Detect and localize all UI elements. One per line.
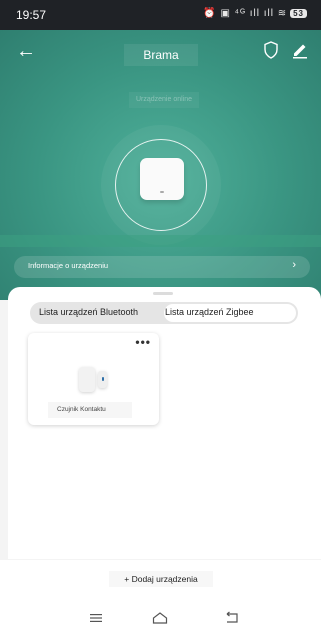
device-list-tabs: Lista urządzeń Bluetooth Lista urządzeń … — [30, 302, 298, 324]
chevron-right-icon: › — [292, 259, 296, 271]
device-card[interactable]: ••• Czujnik Kontaktu — [28, 333, 159, 425]
device-status: Urządzenie online — [129, 92, 199, 108]
status-icons: ⏰ ▣ ⁴ᴳ ıll ıll ≋ 53 — [203, 8, 307, 19]
status-icons-text: ⏰ ▣ ⁴ᴳ ıll ıll ≋ — [203, 8, 288, 19]
contact-sensor-icon — [79, 367, 95, 392]
battery-icon: 53 — [290, 9, 307, 18]
menu-icon[interactable] — [86, 610, 106, 626]
more-options-icon[interactable]: ••• — [135, 335, 151, 349]
device-header: ← Brama Urządzenie online Informacje o u… — [0, 30, 321, 300]
device-name: Czujnik Kontaktu — [48, 402, 132, 418]
sensor-indicator — [102, 377, 104, 381]
hub-device-image — [140, 158, 184, 200]
sheet-handle[interactable] — [153, 292, 173, 295]
page-title: Brama — [124, 44, 198, 66]
shield-icon[interactable] — [263, 41, 279, 59]
back-nav-icon[interactable] — [222, 610, 242, 626]
tab-bluetooth-devices[interactable]: Lista urządzeń Bluetooth — [39, 307, 138, 317]
device-list-sheet: Lista urządzeń Bluetooth Lista urządzeń … — [8, 287, 321, 559]
add-devices-button[interactable]: + Dodaj urządzenia — [109, 571, 213, 587]
status-bar: 19:57 ⏰ ▣ ⁴ᴳ ıll ıll ≋ 53 — [0, 0, 321, 30]
tab-zigbee-devices[interactable]: Lista urządzeń Zigbee — [165, 307, 254, 317]
header-divider — [0, 235, 321, 247]
edit-icon[interactable] — [291, 41, 309, 59]
device-info-label: Informacje o urządzeniu — [28, 261, 109, 270]
back-arrow-icon[interactable]: ← — [16, 40, 36, 63]
status-time: 19:57 — [16, 8, 47, 22]
device-led — [160, 191, 164, 193]
footer: + Dodaj urządzenia — [0, 560, 321, 627]
device-info-bar[interactable]: Informacje o urządzeniu › — [14, 256, 310, 278]
home-icon[interactable] — [150, 610, 170, 626]
